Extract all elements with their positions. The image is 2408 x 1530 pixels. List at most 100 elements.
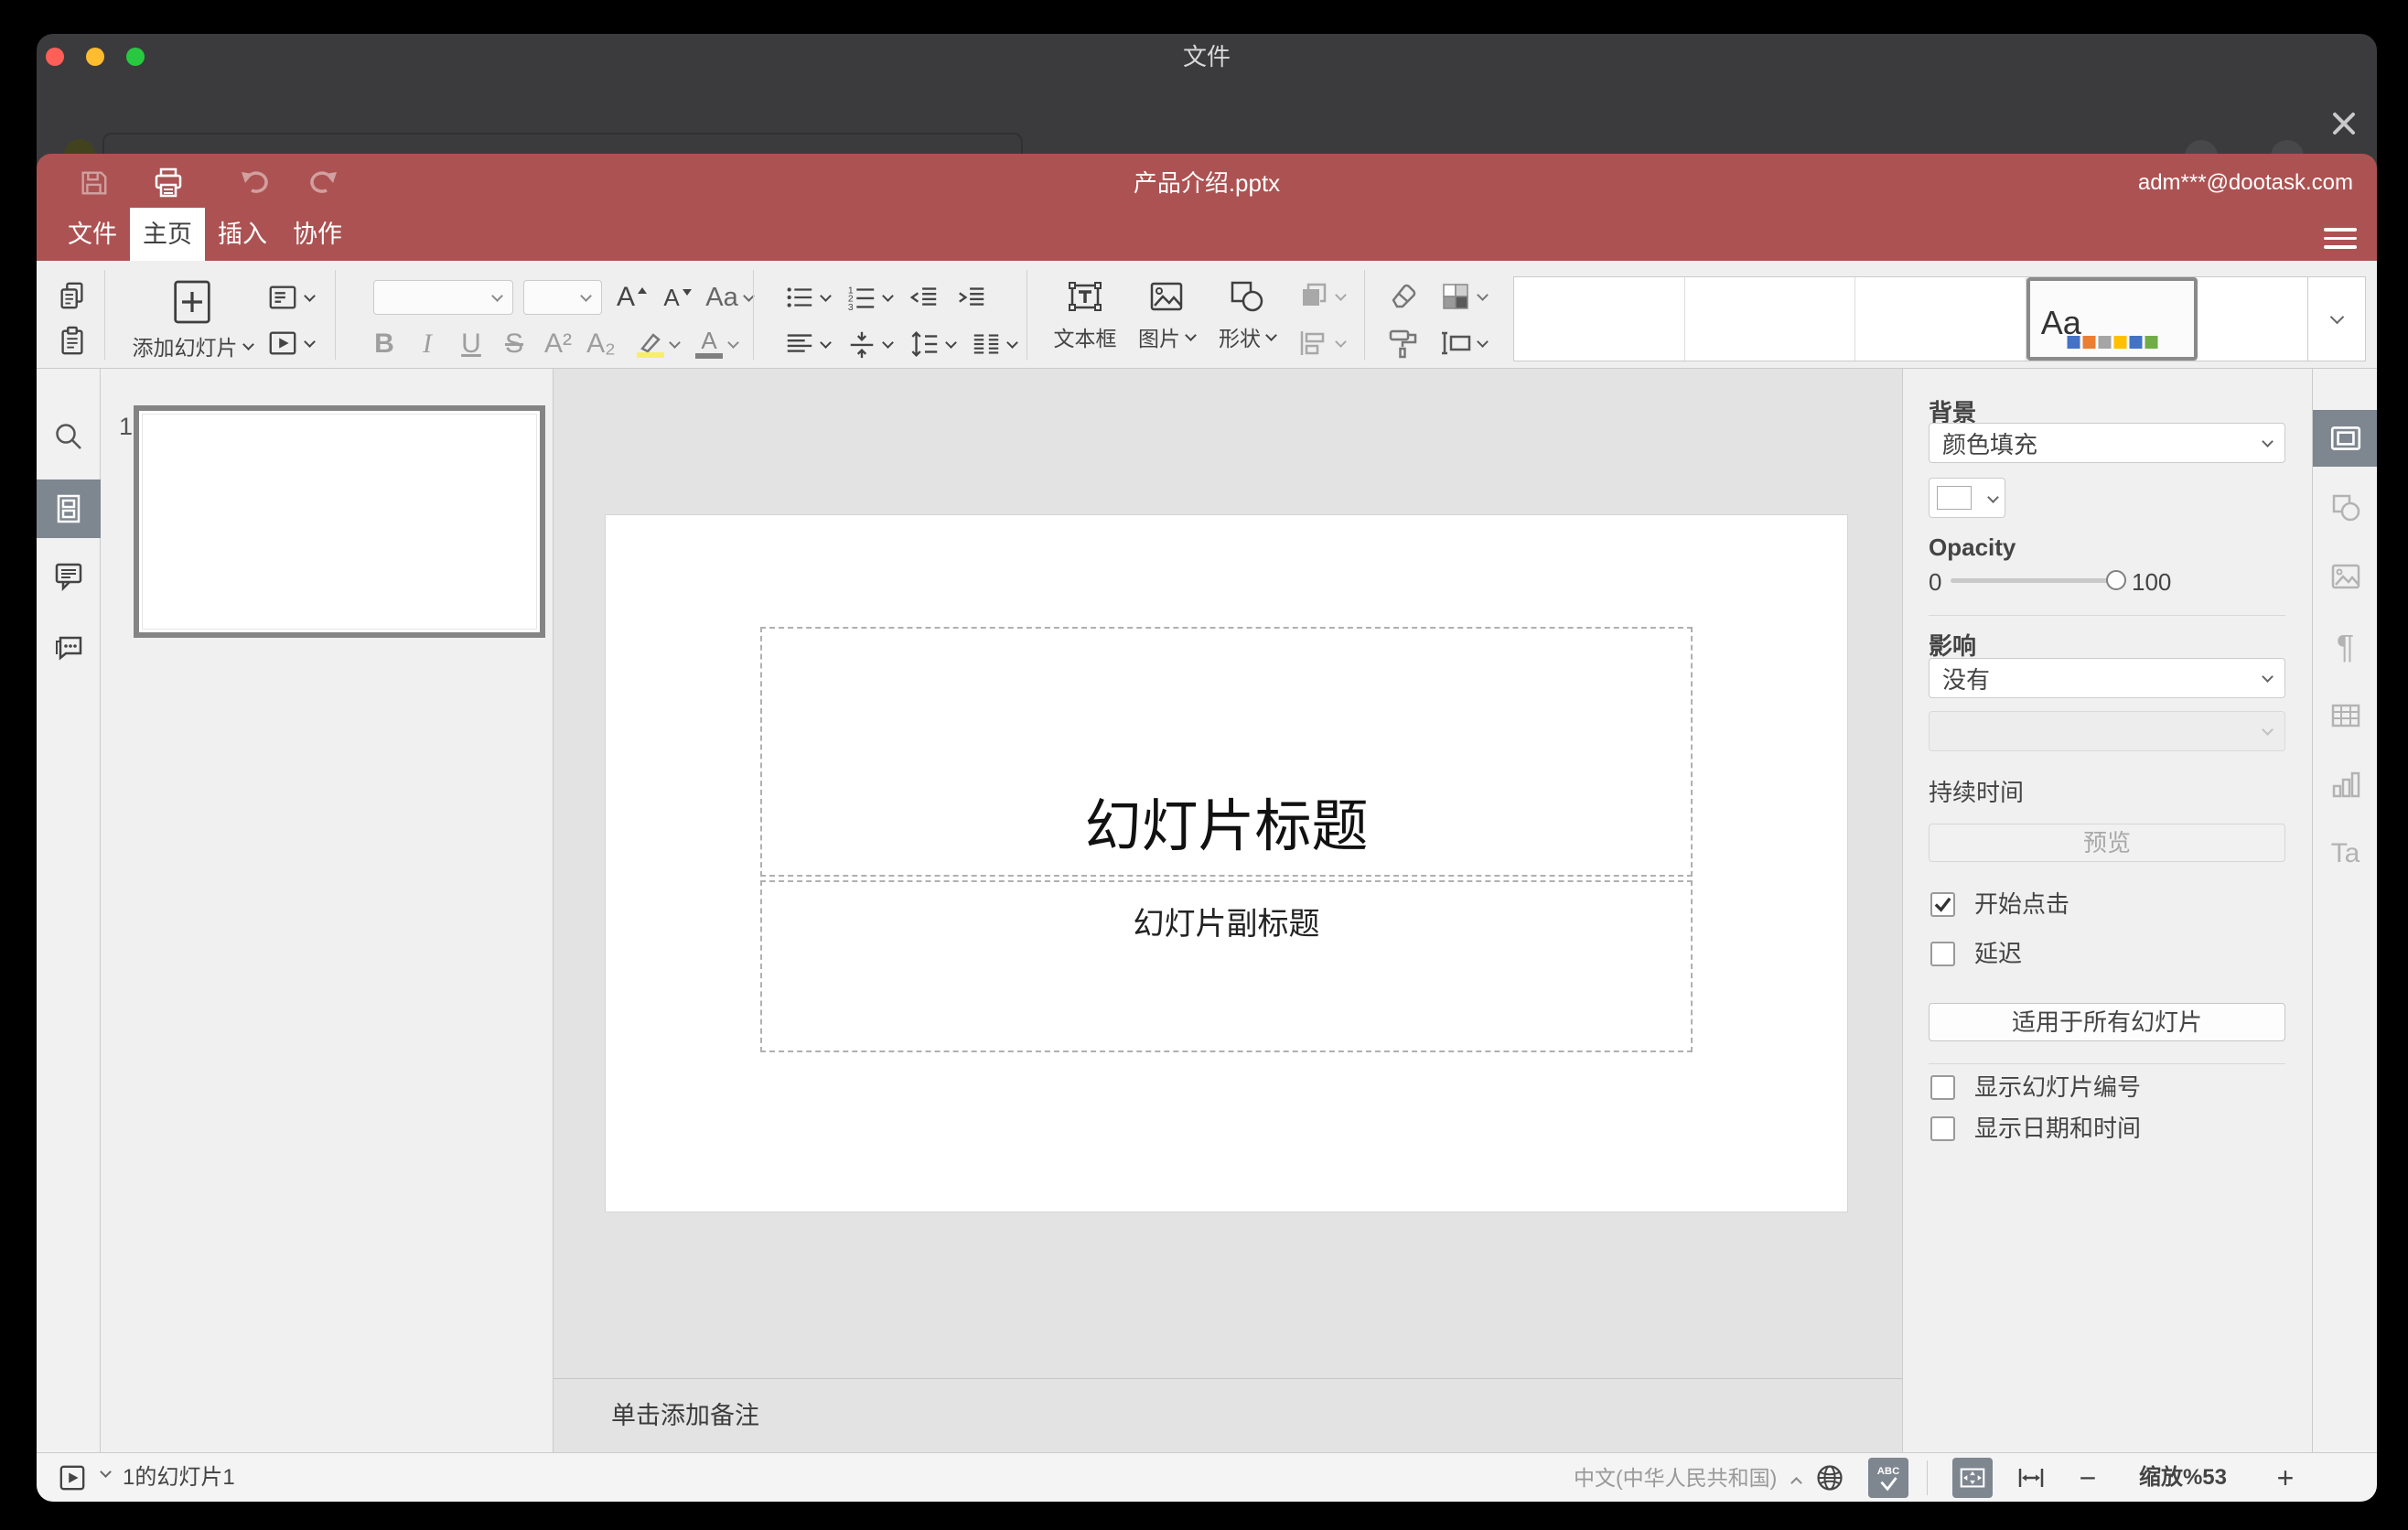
textart-settings-button[interactable]: Ta — [2313, 825, 2377, 882]
arrange-button[interactable] — [1292, 277, 1350, 316]
delay-checkbox[interactable] — [1930, 942, 1955, 966]
align-objects-button[interactable] — [1292, 325, 1350, 361]
theme-tile[interactable] — [1855, 277, 2026, 361]
increase-indent-button[interactable] — [951, 279, 992, 316]
slides-panel-button[interactable] — [37, 479, 101, 538]
language-label[interactable]: 中文(中华人民共和国) — [1574, 1453, 1777, 1502]
fit-slide-icon — [1960, 1468, 1985, 1488]
font-name-select[interactable] — [373, 280, 513, 315]
add-slide-button[interactable]: 添加幻灯片 — [124, 279, 261, 361]
chevron-down-icon — [882, 336, 894, 349]
opacity-slider[interactable] — [1951, 578, 2115, 583]
apply-all-button[interactable]: 适用于所有幻灯片 — [1929, 1003, 2285, 1041]
subscript-button[interactable]: A₂ — [582, 327, 620, 361]
slide-layout-button[interactable] — [262, 279, 318, 316]
paste-button[interactable] — [52, 321, 92, 361]
comments-icon — [55, 563, 82, 592]
image-settings-icon — [2331, 564, 2360, 589]
highlight-color-button[interactable] — [631, 327, 684, 361]
numbering-button[interactable]: 123 — [842, 279, 897, 316]
decrease-indent-button[interactable] — [904, 279, 944, 316]
chevron-down-icon[interactable] — [100, 1466, 112, 1478]
start-slideshow-button[interactable] — [262, 325, 318, 361]
italic-button[interactable]: I — [409, 327, 446, 361]
theme-gallery-more-button[interactable] — [2307, 277, 2365, 361]
add-slide-label: 添加幻灯片 — [132, 336, 238, 360]
eraser-button[interactable] — [1383, 277, 1424, 316]
opacity-min-label: 0 — [1929, 568, 1942, 596]
chat-button[interactable] — [37, 618, 101, 676]
paragraph-settings-button[interactable]: ¶ — [2313, 619, 2377, 675]
show-date-time-checkbox[interactable] — [1930, 1116, 1955, 1141]
window-close-icon[interactable] — [2326, 105, 2362, 142]
comments-button[interactable] — [37, 546, 101, 605]
increase-font-icon — [638, 287, 647, 294]
decrease-font-button[interactable]: A — [657, 279, 699, 316]
chevron-down-icon — [2262, 670, 2274, 683]
editor-canvas[interactable]: 幻灯片标题 幻灯片副标题 — [554, 369, 1902, 1378]
search-button[interactable] — [37, 408, 101, 467]
change-case-label: Aa — [705, 282, 738, 312]
fill-type-value: 颜色填充 — [1942, 430, 2038, 458]
table-settings-button[interactable] — [2313, 687, 2377, 744]
fill-color-picker[interactable] — [1929, 478, 2005, 518]
theme-tile[interactable] — [1685, 277, 1856, 361]
line-spacing-button[interactable] — [904, 327, 961, 361]
textbox-button[interactable]: 文本框 — [1043, 277, 1127, 352]
color-scheme-button[interactable] — [1435, 277, 1491, 316]
slide-thumbnail[interactable] — [134, 405, 545, 638]
effect-select[interactable]: 没有 — [1929, 658, 2285, 698]
image-button[interactable]: 图片 — [1127, 277, 1206, 352]
image-icon — [1150, 282, 1183, 311]
slide-settings-button[interactable] — [2313, 410, 2377, 467]
columns-button[interactable] — [966, 327, 1021, 361]
opacity-slider-thumb[interactable] — [2106, 570, 2126, 590]
tab-insert[interactable]: 插入 — [205, 208, 280, 261]
tab-collaboration[interactable]: 协作 — [280, 208, 355, 261]
subtitle-placeholder[interactable]: 幻灯片副标题 — [760, 880, 1693, 1052]
align-left-icon — [787, 334, 812, 352]
paint-roller-icon — [1389, 329, 1417, 359]
fit-width-button[interactable] — [2016, 1463, 2046, 1492]
underline-button[interactable]: U — [453, 327, 489, 361]
play-slideshow-button[interactable] — [59, 1464, 86, 1492]
change-case-button[interactable]: Aa — [699, 279, 759, 316]
fill-type-select[interactable]: 颜色填充 — [1929, 423, 2285, 463]
paint-roller-button[interactable] — [1383, 325, 1424, 361]
highlight-icon — [640, 333, 661, 352]
hamburger-menu-icon[interactable] — [2324, 222, 2357, 250]
title-placeholder[interactable]: 幻灯片标题 — [760, 627, 1693, 877]
vertical-align-button[interactable] — [842, 327, 897, 361]
notes-area[interactable]: 单击添加备注 — [554, 1378, 1902, 1452]
theme-tile-selected[interactable]: Aa — [2026, 277, 2198, 361]
duration-label: 持续时间 — [1929, 779, 2025, 806]
shape-settings-button[interactable] — [2313, 479, 2377, 535]
theme-tile[interactable] — [1514, 277, 1685, 361]
chevron-down-icon — [1477, 288, 1489, 301]
language-globe-button[interactable] — [1815, 1463, 1844, 1492]
slide[interactable]: 幻灯片标题 幻灯片副标题 — [605, 514, 1848, 1212]
zoom-out-button[interactable]: − — [2069, 1453, 2106, 1502]
shape-button[interactable]: 形状 — [1206, 277, 1288, 352]
tab-home[interactable]: 主页 — [130, 208, 205, 261]
chevron-down-icon — [1335, 335, 1347, 348]
zoom-in-button[interactable]: + — [2267, 1453, 2304, 1502]
align-button[interactable] — [779, 327, 834, 361]
spellcheck-button[interactable]: ABC — [1868, 1458, 1908, 1498]
font-size-select[interactable] — [523, 280, 602, 315]
copy-button[interactable] — [52, 275, 92, 316]
slide-size-button[interactable] — [1435, 325, 1491, 361]
bold-button[interactable]: B — [366, 327, 403, 361]
theme-tile[interactable] — [2198, 277, 2307, 361]
bullets-button[interactable] — [779, 279, 834, 316]
tab-file[interactable]: 文件 — [55, 208, 130, 261]
image-settings-button[interactable] — [2313, 548, 2377, 605]
increase-font-button[interactable]: A — [611, 279, 653, 316]
chart-settings-button[interactable] — [2313, 757, 2377, 813]
fit-slide-button[interactable] — [1952, 1458, 1993, 1498]
start-on-click-checkbox[interactable] — [1930, 892, 1955, 917]
strikeout-button[interactable]: S — [496, 327, 532, 361]
font-color-button[interactable]: A — [690, 327, 743, 361]
superscript-button[interactable]: A² — [539, 327, 577, 361]
show-slide-number-checkbox[interactable] — [1930, 1075, 1955, 1100]
